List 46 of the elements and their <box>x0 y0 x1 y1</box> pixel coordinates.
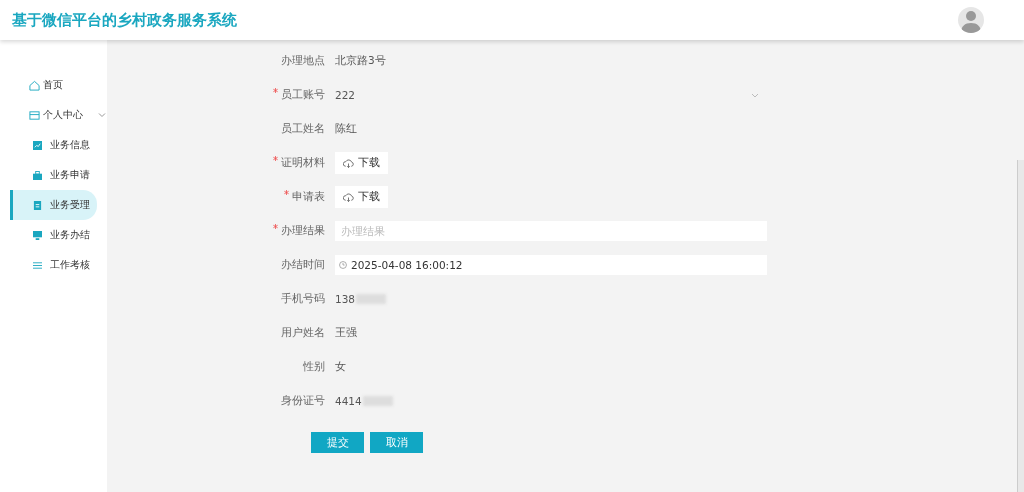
field-label: 办理结果 <box>261 224 325 238</box>
submenu-item[interactable]: 业务申请 <box>10 160 97 190</box>
card-icon <box>29 109 40 121</box>
submenu-item[interactable]: 业务信息 <box>10 130 97 160</box>
field-value: 女 <box>335 360 346 374</box>
briefcase-icon <box>33 170 42 180</box>
field-label: 性别 <box>302 360 325 374</box>
required-icon <box>273 88 278 93</box>
submenu-item[interactable]: 工作考核 <box>10 250 97 280</box>
field-label: 身份证号 <box>280 394 325 408</box>
chart-icon <box>33 140 42 150</box>
field-label: 用户姓名 <box>280 326 325 340</box>
field-value: 4414 <box>335 395 362 407</box>
menu-item[interactable]: 首页 <box>0 70 107 100</box>
chevron-icon <box>751 92 759 98</box>
home-icon <box>29 79 40 91</box>
required-icon <box>273 224 278 229</box>
field-label: 申请表 <box>261 190 325 204</box>
input-field[interactable]: 办理结果 <box>335 221 767 241</box>
field-value: 北京路3号 <box>335 54 386 68</box>
field-value: 王强 <box>335 326 357 340</box>
download-button[interactable]: 下载 <box>335 186 388 208</box>
submenu-item[interactable]: 业务受理 <box>10 190 97 220</box>
required-icon <box>273 156 278 161</box>
field-value: 陈红 <box>335 122 357 136</box>
field-label: 证明材料 <box>261 156 325 170</box>
field-value: 138 <box>335 293 356 305</box>
scrollbar[interactable] <box>1017 160 1024 492</box>
avatar-icon[interactable] <box>958 7 984 33</box>
cloud-download-icon <box>343 192 354 202</box>
select-field[interactable]: 222 <box>335 89 767 101</box>
field-label: 手机号码 <box>280 292 325 306</box>
monitor-icon <box>33 230 42 240</box>
field-label: 员工姓名 <box>280 122 325 136</box>
required-icon <box>284 190 289 195</box>
app-title: 基于微信平台的乡村政务服务系统 <box>12 10 237 30</box>
submenu-item[interactable]: 业务办结 <box>10 220 97 250</box>
menu-item[interactable]: 个人中心 <box>0 100 107 130</box>
datetime-field[interactable]: 2025-04-08 16:00:12 <box>335 255 767 275</box>
download-button[interactable]: 下载 <box>335 152 388 174</box>
field-label: 办结时间 <box>280 258 325 272</box>
cloud-download-icon <box>343 158 354 168</box>
field-label: 员工账号 <box>261 88 325 102</box>
clock-icon <box>339 261 347 269</box>
document-icon <box>33 200 42 210</box>
field-label: 办理地点 <box>280 54 325 68</box>
